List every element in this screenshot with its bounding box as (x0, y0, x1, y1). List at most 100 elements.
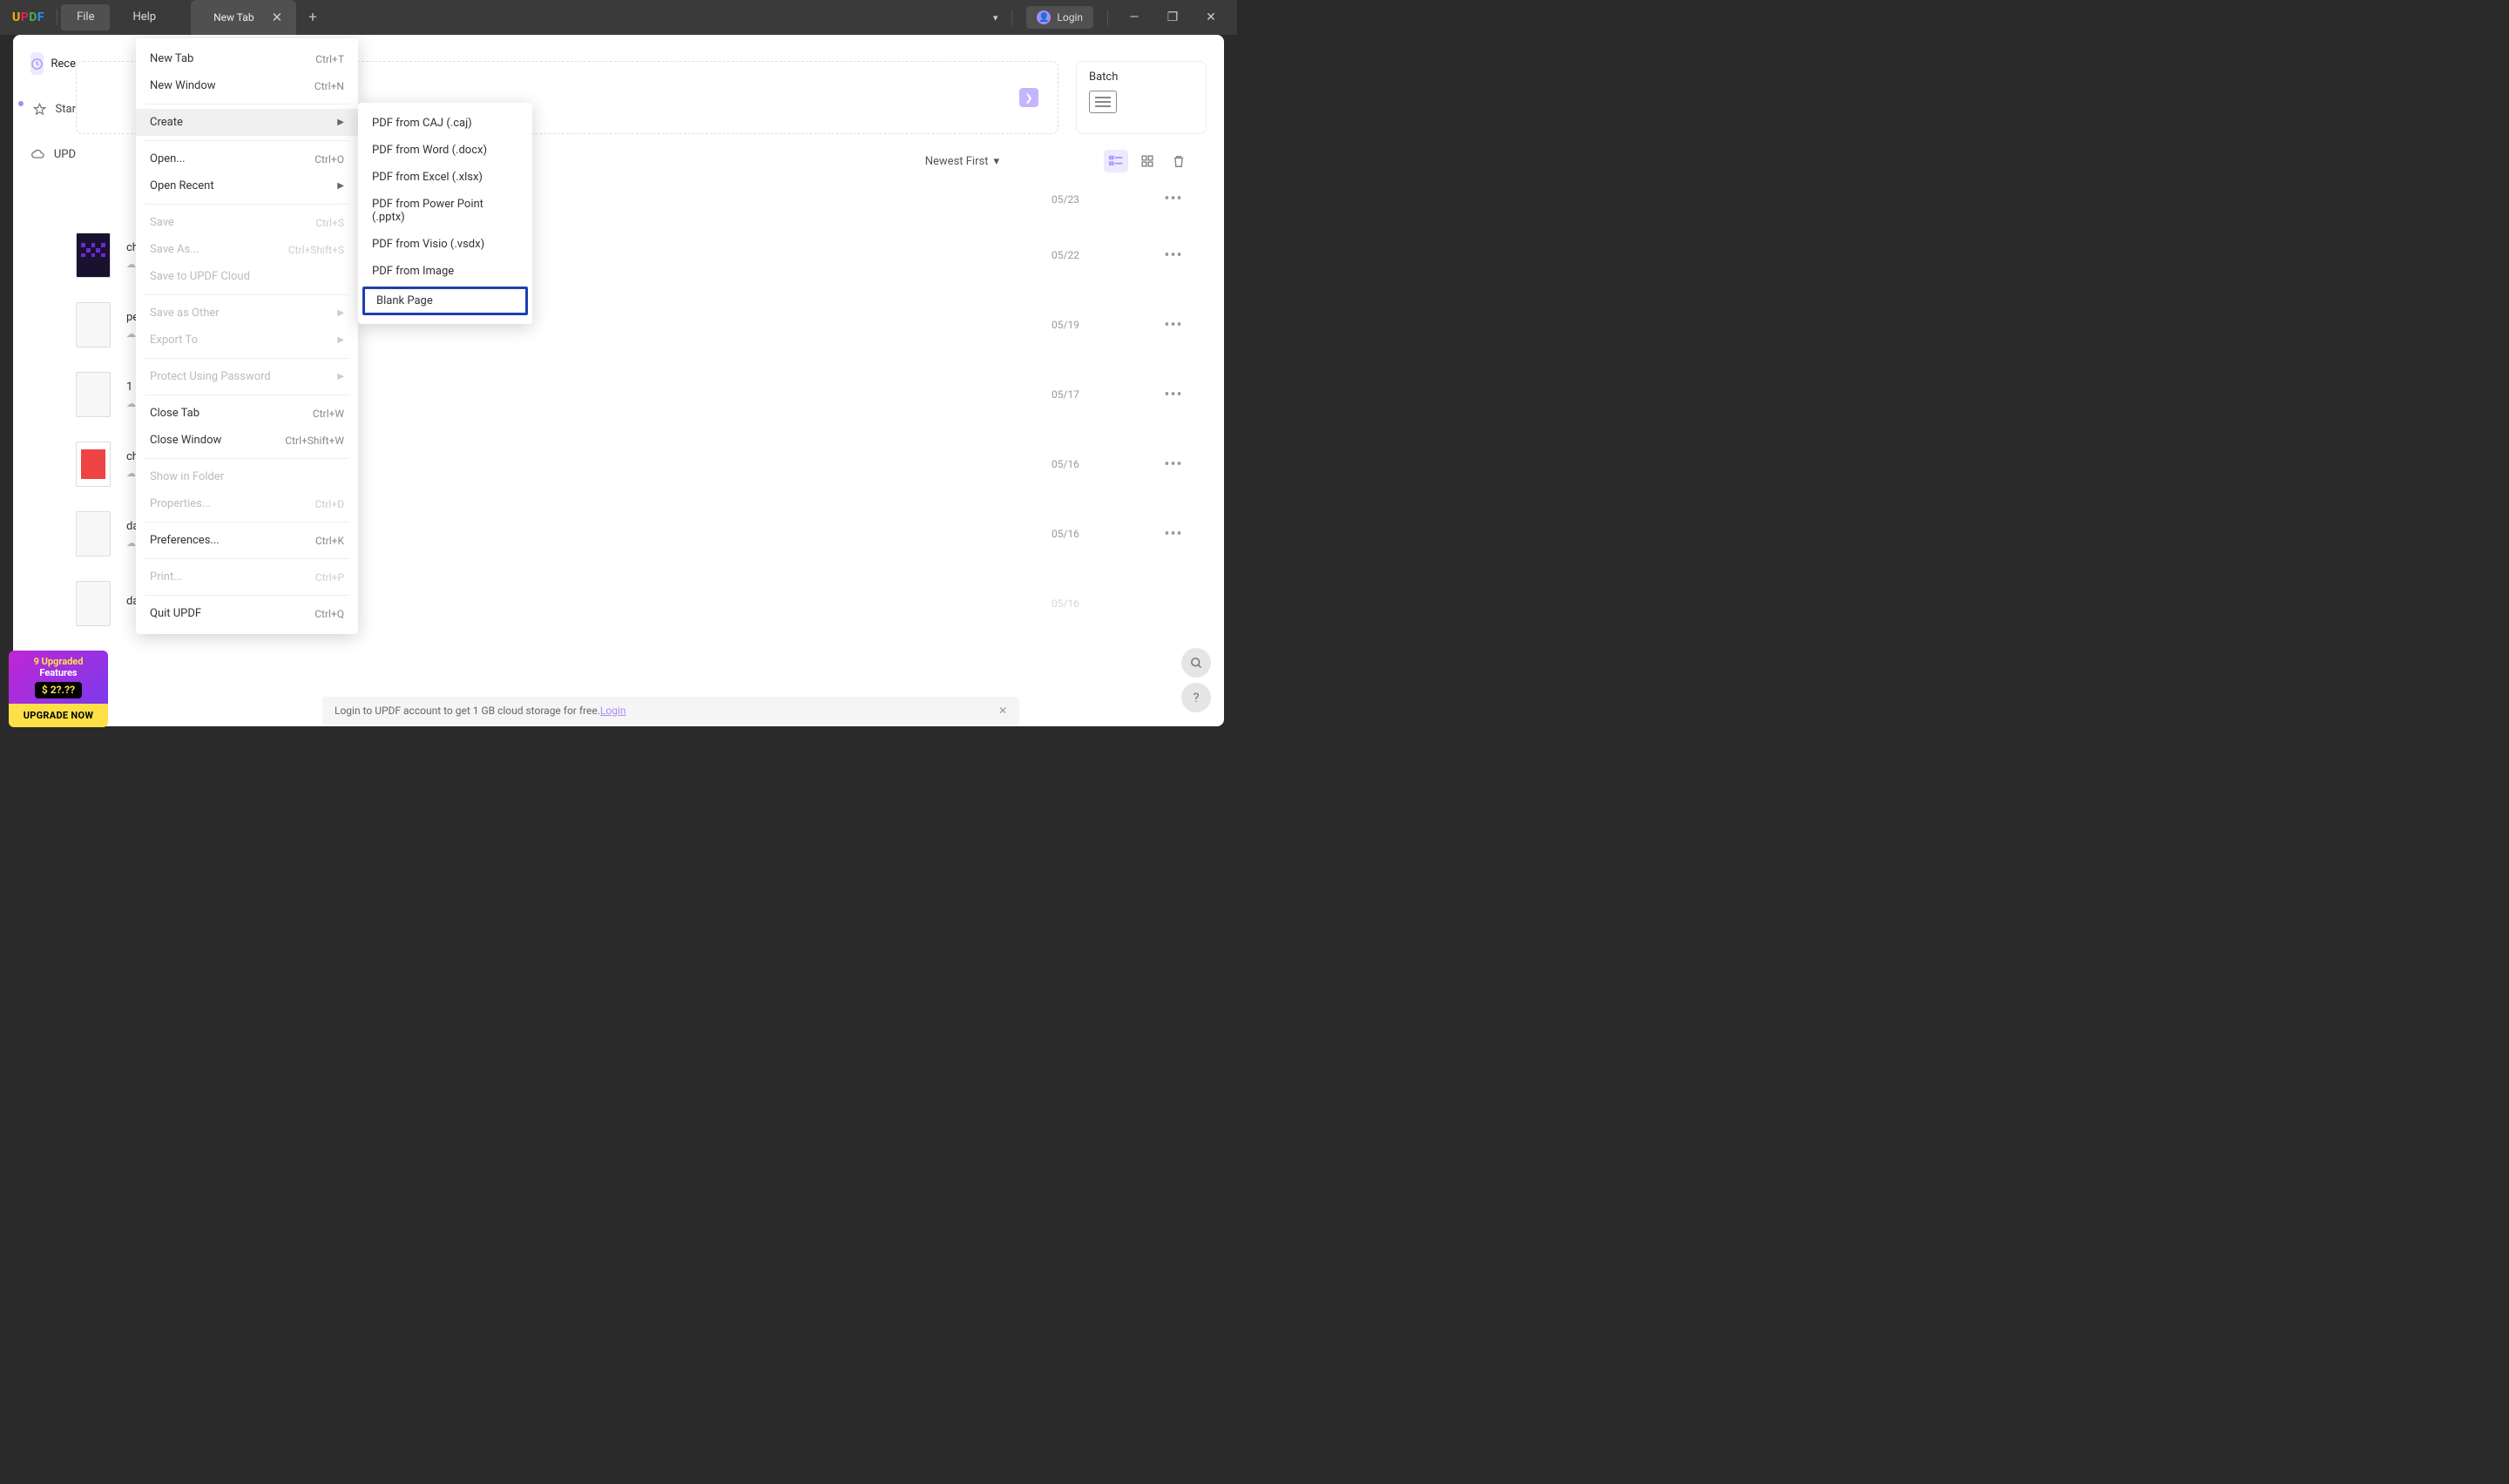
clock-icon (30, 52, 44, 75)
more-icon[interactable]: ••• (1156, 190, 1191, 208)
menu-shortcut: Ctrl+K (315, 535, 344, 547)
submenu-item-pdf-from-excel-xlsx-[interactable]: PDF from Excel (.xlsx) (358, 164, 532, 191)
promo-line1: 9 Upgraded (12, 656, 105, 668)
submenu-arrow-icon: ▶ (337, 335, 344, 345)
menu-item-label: Show in Folder (150, 470, 224, 483)
delete-button[interactable] (1167, 150, 1191, 172)
menu-separator (145, 204, 349, 205)
menu-item-protect-using-password: Protect Using Password▶ (136, 363, 358, 390)
sidebar-item-label: Rece (51, 57, 76, 71)
submenu-item-pdf-from-word-docx-[interactable]: PDF from Word (.docx) (358, 137, 532, 164)
grid-view-button[interactable] (1135, 150, 1160, 172)
file-thumbnail (76, 442, 111, 487)
file-dropdown-menu: New Tab Ctrl+T New WindowCtrl+N Create▶ Open… (136, 38, 358, 634)
minimize-button[interactable]: — (1122, 10, 1146, 24)
submenu-arrow-icon: ▶ (337, 372, 344, 381)
help-menu-button[interactable]: Help (117, 4, 172, 30)
menu-shortcut: Ctrl+W (313, 408, 344, 420)
upgrade-promo[interactable]: 9 Upgraded Features $ 2?.?? UPGRADE NOW (9, 651, 108, 728)
more-icon[interactable]: ••• (1156, 386, 1191, 404)
menu-item-preferences-[interactable]: Preferences...Ctrl+K (136, 527, 358, 554)
file-date: 05/16 (1052, 597, 1156, 610)
submenu-item-pdf-from-visio-vsdx-[interactable]: PDF from Visio (.vsdx) (358, 231, 532, 258)
menu-shortcut: Ctrl+Shift+S (288, 244, 344, 256)
menu-item-label: Close Window (150, 434, 221, 447)
menu-item-close-window[interactable]: Close WindowCtrl+Shift+W (136, 427, 358, 454)
menu-separator (145, 140, 349, 141)
banner-login-link[interactable]: Login (600, 705, 626, 717)
menu-separator (145, 522, 349, 523)
banner-text: Login to UPDF account to get 1 GB cloud … (335, 705, 600, 717)
help-button[interactable]: ? (1181, 683, 1211, 712)
submenu-item-pdf-from-image[interactable]: PDF from Image (358, 258, 532, 285)
sidebar-item-label: UPD (54, 148, 76, 161)
menu-separator (145, 358, 349, 359)
menu-item-close-tab[interactable]: Close Tab Ctrl+W (136, 400, 358, 427)
menu-item-open-recent[interactable]: Open Recent ▶ (136, 172, 358, 199)
sort-dropdown[interactable]: Newest First ▾ (925, 155, 999, 168)
submenu-item-pdf-from-power-point-pptx-[interactable]: PDF from Power Point (.pptx) (358, 191, 532, 231)
menu-item-label: New Tab (150, 52, 193, 65)
menu-item-new-window[interactable]: New WindowCtrl+N (136, 72, 358, 99)
more-icon[interactable]: ••• (1156, 525, 1191, 543)
arrow-right-icon[interactable]: ❯ (1019, 88, 1038, 107)
login-button[interactable]: 👤 Login (1026, 6, 1093, 29)
submenu-item-blank-page[interactable]: Blank Page (362, 287, 528, 315)
list-view-button[interactable] (1104, 150, 1128, 172)
file-date: 05/22 (1052, 249, 1156, 261)
close-banner-icon[interactable]: ✕ (998, 705, 1007, 717)
menu-item-label: Export To (150, 334, 198, 347)
file-date: 05/19 (1052, 319, 1156, 331)
batch-title: Batch (1089, 71, 1194, 84)
menu-shortcut: Ctrl+T (315, 53, 344, 65)
cloud-status-icon: ☁ (126, 259, 136, 270)
maximize-button[interactable]: ❐ (1160, 10, 1185, 24)
file-menu-button[interactable]: File (61, 4, 110, 30)
menu-item-open-[interactable]: Open...Ctrl+O (136, 145, 358, 172)
sidebar-item-label: Star (56, 103, 76, 116)
menu-item-label: Quit UPDF (150, 607, 201, 620)
cloud-status-icon: ☁ (126, 328, 136, 340)
submenu-item-pdf-from-caj-caj-[interactable]: PDF from CAJ (.caj) (358, 110, 532, 137)
sort-label: Newest First (925, 155, 989, 168)
submenu-item-label: PDF from Image (372, 265, 454, 278)
menu-item-save-as-: Save As...Ctrl+Shift+S (136, 236, 358, 263)
close-tab-icon[interactable]: ✕ (272, 10, 283, 25)
menu-item-new-tab[interactable]: New Tab Ctrl+T (136, 45, 358, 72)
sidebar-item-cloud[interactable]: UPD (13, 143, 76, 165)
file-date: 05/16 (1052, 458, 1156, 470)
batch-card[interactable]: Batch (1076, 61, 1207, 134)
menu-shortcut: Ctrl+Q (314, 608, 344, 620)
chevron-down-icon[interactable]: ▾ (993, 12, 998, 24)
file-thumbnail (76, 302, 111, 347)
menu-item-label: Close Tab (150, 407, 200, 420)
new-tab-button[interactable]: + (296, 9, 329, 26)
cloud-status-icon: ☁ (126, 468, 136, 479)
menu-item-save-as-other: Save as Other▶ (136, 300, 358, 327)
cloud-status-icon: ☁ (126, 398, 136, 409)
search-button[interactable] (1181, 648, 1211, 678)
menu-item-show-in-folder: Show in Folder (136, 463, 358, 490)
login-banner: Login to UPDF account to get 1 GB cloud … (322, 697, 1019, 725)
submenu-item-label: PDF from Power Point (.pptx) (372, 198, 518, 224)
menu-item-label: Open Recent (150, 179, 214, 192)
promo-price: $ 2?.?? (35, 682, 82, 698)
avatar-icon: 👤 (1037, 10, 1051, 24)
more-icon[interactable]: ••• (1156, 455, 1191, 474)
menu-item-create[interactable]: Create▶ (136, 109, 358, 136)
menu-shortcut: Ctrl+S (315, 217, 344, 229)
sidebar-item-recent[interactable]: Rece (13, 52, 76, 75)
menu-item-label: Save as Other (150, 307, 220, 320)
separator (1011, 10, 1012, 25)
create-submenu: PDF from CAJ (.caj)PDF from Word (.docx)… (358, 103, 532, 324)
more-icon[interactable]: ••• (1156, 316, 1191, 334)
document-tab[interactable]: New Tab ✕ (191, 0, 296, 35)
menu-separator (145, 595, 349, 596)
menu-item-quit-updf[interactable]: Quit UPDF Ctrl+Q (136, 600, 358, 627)
upgrade-now-button[interactable]: UPGRADE NOW (9, 704, 108, 727)
more-icon[interactable]: ••• (1156, 246, 1191, 265)
submenu-arrow-icon: ▶ (337, 181, 344, 191)
tab-label: New Tab (213, 11, 254, 24)
close-window-button[interactable]: ✕ (1199, 10, 1223, 24)
cloud-status-icon: ☁ (126, 537, 136, 549)
